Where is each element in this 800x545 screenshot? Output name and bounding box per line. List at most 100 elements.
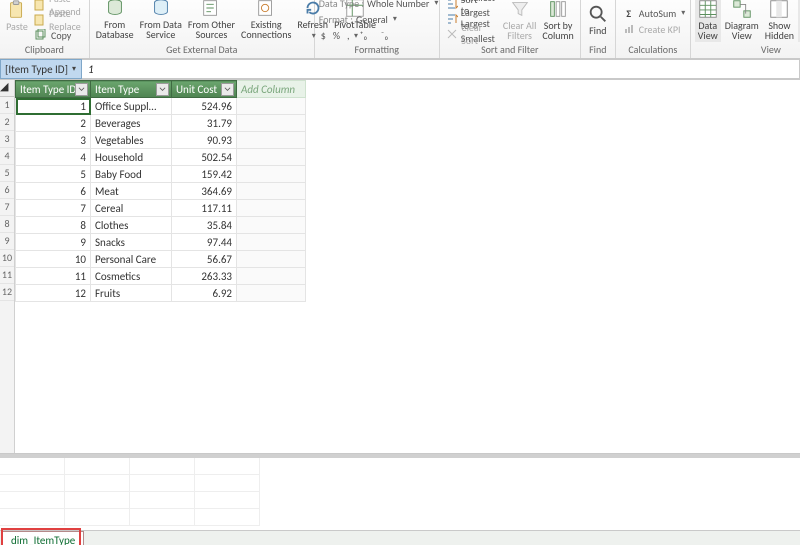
add-column-button[interactable]: Add Column	[237, 81, 306, 98]
cell-type[interactable]: Beverages	[91, 115, 172, 132]
cell-id[interactable]: 11	[16, 268, 91, 285]
table-row[interactable]: 1Office Suppl…524.96	[16, 98, 306, 115]
existing-connections-button[interactable]: Existing Connections	[239, 0, 293, 41]
cell-add-column[interactable]	[237, 115, 306, 132]
cell-cost[interactable]: 364.69	[172, 183, 237, 200]
col-header-item-type[interactable]: Item Type	[91, 81, 172, 98]
paste-replace-button[interactable]: Paste Replace	[32, 13, 85, 27]
row-header[interactable]: 7	[0, 199, 14, 216]
cell-cost[interactable]: 502.54	[172, 149, 237, 166]
comma-button[interactable]: ,	[345, 28, 352, 42]
cell-id[interactable]: 10	[16, 251, 91, 268]
cell-cost[interactable]: 117.11	[172, 200, 237, 217]
cell-cost[interactable]: 263.33	[172, 268, 237, 285]
table-row[interactable]: 7Cereal117.11	[16, 200, 306, 217]
cell-cost[interactable]: 90.93	[172, 132, 237, 149]
cell-type[interactable]: Personal Care	[91, 251, 172, 268]
row-header[interactable]: 4	[0, 148, 14, 165]
from-data-service-button[interactable]: From Data Service	[138, 0, 184, 41]
cell-id[interactable]: 4	[16, 149, 91, 166]
clear-sort-button[interactable]: Clear Sort	[444, 27, 499, 41]
cell-add-column[interactable]	[237, 149, 306, 166]
row-header[interactable]: 5	[0, 165, 14, 182]
datatype-selector[interactable]: Data Type : Whole Number▾	[319, 0, 439, 10]
table-row[interactable]: 3Vegetables90.93	[16, 132, 306, 149]
clear-filters-button[interactable]: Clear All Filters	[501, 0, 539, 42]
cell-cost[interactable]: 31.79	[172, 115, 237, 132]
show-hidden-button[interactable]: Show Hidden	[763, 0, 796, 42]
row-header[interactable]: 10	[0, 250, 14, 267]
cell-add-column[interactable]	[237, 251, 306, 268]
cell-id[interactable]: 1	[16, 98, 91, 115]
data-view-button[interactable]: Data View	[695, 0, 721, 42]
paste-button[interactable]: Paste	[4, 0, 30, 33]
cell-type[interactable]: Office Suppl…	[91, 98, 172, 115]
sort-by-column-button[interactable]: Sort by Column	[540, 0, 575, 42]
select-all-corner[interactable]: ◢	[0, 80, 14, 97]
cell-add-column[interactable]	[237, 285, 306, 302]
currency-button[interactable]: $	[319, 28, 328, 42]
format-selector[interactable]: Format : General▾	[319, 12, 397, 26]
cell-type[interactable]: Fruits	[91, 285, 172, 302]
cell-id[interactable]: 7	[16, 200, 91, 217]
filter-button[interactable]	[221, 83, 234, 96]
row-header[interactable]: 3	[0, 131, 14, 148]
cell-id[interactable]: 3	[16, 132, 91, 149]
cell-id[interactable]: 5	[16, 166, 91, 183]
filter-button[interactable]	[75, 83, 88, 96]
cell-type[interactable]: Clothes	[91, 217, 172, 234]
cell-type[interactable]: Baby Food	[91, 166, 172, 183]
cell-add-column[interactable]	[237, 166, 306, 183]
diagram-view-button[interactable]: Diagram View	[723, 0, 761, 42]
copy-button[interactable]: Copy	[32, 28, 85, 42]
row-header[interactable]: 6	[0, 182, 14, 199]
decrease-decimal-button[interactable]: ⁻₀	[376, 28, 394, 42]
from-other-sources-button[interactable]: From Other Sources	[186, 0, 237, 41]
increase-decimal-button[interactable]: ⁺₀	[355, 28, 373, 42]
autosum-button[interactable]: Σ AutoSum▾	[620, 6, 687, 20]
name-box[interactable]: [Item Type ID] ▾	[0, 59, 82, 79]
cell-type[interactable]: Vegetables	[91, 132, 172, 149]
cell-id[interactable]: 9	[16, 234, 91, 251]
cell-type[interactable]: Snacks	[91, 234, 172, 251]
cell-cost[interactable]: 159.42	[172, 166, 237, 183]
row-header[interactable]: 8	[0, 216, 14, 233]
row-header[interactable]: 12	[0, 284, 14, 301]
cell-cost[interactable]: 6.92	[172, 285, 237, 302]
cell-cost[interactable]: 56.67	[172, 251, 237, 268]
cell-cost[interactable]: 35.84	[172, 217, 237, 234]
calculation-area[interactable]	[0, 454, 800, 530]
row-header[interactable]: 9	[0, 233, 14, 250]
create-kpi-button[interactable]: Create KPI	[620, 22, 683, 36]
cell-id[interactable]: 8	[16, 217, 91, 234]
table-row[interactable]: 10Personal Care56.67	[16, 251, 306, 268]
cell-cost[interactable]: 524.96	[172, 98, 237, 115]
row-header[interactable]: 11	[0, 267, 14, 284]
cell-id[interactable]: 12	[16, 285, 91, 302]
cell-type[interactable]: Meat	[91, 183, 172, 200]
table-row[interactable]: 5Baby Food159.42	[16, 166, 306, 183]
sheet-tab-dim-itemtype[interactable]: dim_ItemType	[2, 531, 84, 545]
cell-cost[interactable]: 97.44	[172, 234, 237, 251]
from-database-button[interactable]: From Database	[94, 0, 136, 41]
table-row[interactable]: 12Fruits6.92	[16, 285, 306, 302]
row-header[interactable]: 1	[0, 97, 14, 114]
table-row[interactable]: 8Clothes35.84	[16, 217, 306, 234]
formula-value[interactable]: 1	[82, 59, 800, 79]
cell-id[interactable]: 2	[16, 115, 91, 132]
percent-button[interactable]: %	[331, 28, 342, 42]
cell-add-column[interactable]	[237, 200, 306, 217]
table-row[interactable]: 4Household502.54	[16, 149, 306, 166]
col-header-item-type-id[interactable]: Item Type ID	[16, 81, 91, 98]
table-row[interactable]: 2Beverages31.79	[16, 115, 306, 132]
cell-type[interactable]: Cosmetics	[91, 268, 172, 285]
col-header-unit-cost[interactable]: Unit Cost	[172, 81, 237, 98]
table-row[interactable]: 11Cosmetics263.33	[16, 268, 306, 285]
cell-add-column[interactable]	[237, 234, 306, 251]
table-row[interactable]: 9Snacks97.44	[16, 234, 306, 251]
cell-add-column[interactable]	[237, 98, 306, 115]
cell-type[interactable]: Cereal	[91, 200, 172, 217]
find-button[interactable]: Find	[585, 2, 611, 37]
cell-add-column[interactable]	[237, 268, 306, 285]
table-row[interactable]: 6Meat364.69	[16, 183, 306, 200]
